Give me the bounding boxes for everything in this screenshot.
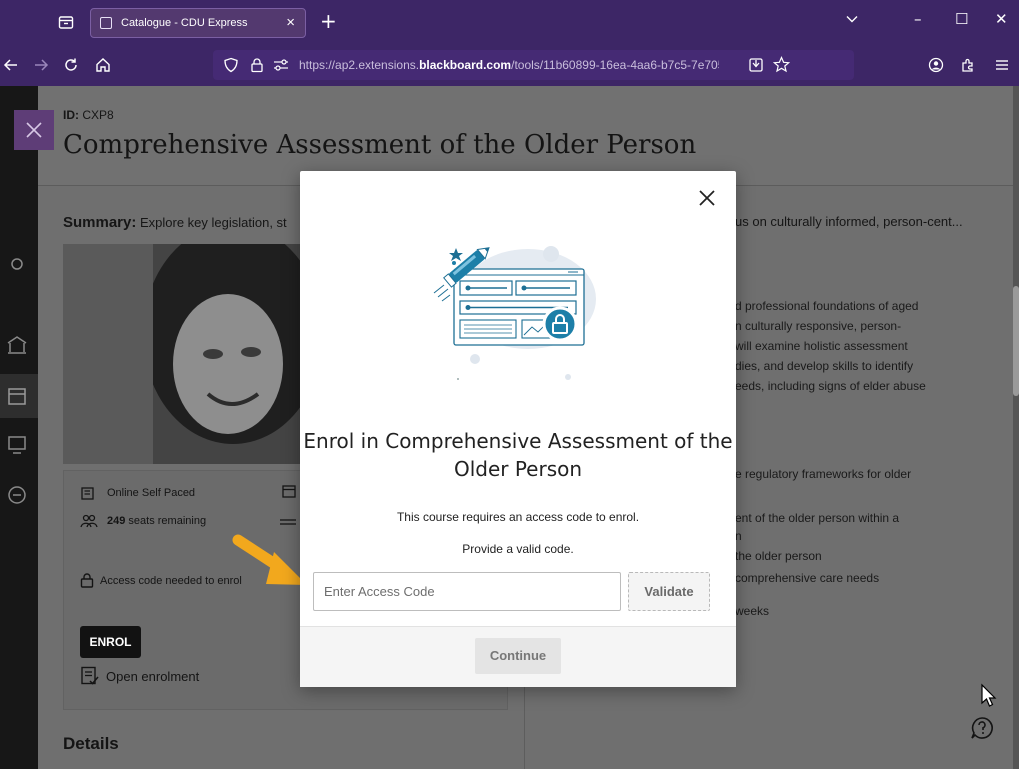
maximize-button[interactable]: ☐ [955,10,968,28]
self-paced-icon [81,487,94,500]
reload-icon[interactable] [63,57,79,73]
tab-list-icon[interactable] [58,14,74,30]
description-line: d professional foundations of aged [735,299,919,313]
dialog-message: This course requires an access code to e… [396,510,640,524]
extensions-icon[interactable] [960,57,976,73]
description-line: eeds, including signs of elder abuse [735,379,926,393]
outcome-line: comprehensive care needs [735,571,880,585]
access-code-note: Access code needed to enrol [100,575,242,587]
mouse-cursor-icon [981,683,997,707]
back-arrow-icon[interactable] [3,57,19,73]
blackboard-side-nav [0,86,38,769]
enrol-dialog: Enrol in Comprehensive Assessment of the… [300,171,736,687]
sign-out-icon[interactable] [6,484,28,506]
tab-title: Catalogue - CDU Express [121,17,248,29]
enrolment-type: Open enrolment [106,669,200,684]
page-scrollbar[interactable] [1013,86,1019,769]
close-icon[interactable] [696,187,718,209]
home-icon[interactable] [95,57,111,73]
bookmark-star-icon[interactable] [773,56,790,73]
access-code-input[interactable] [313,572,621,611]
course-id: ID: CXP8 [63,108,114,122]
profile-icon[interactable] [6,256,28,278]
institution-icon[interactable] [6,334,28,356]
calendar-icon[interactable] [6,385,28,407]
course-summary: Summary: Explore key legislation, st [63,214,287,231]
validate-button[interactable]: Validate [628,572,710,611]
portrait-photo [63,244,303,464]
seats-remaining: 249 seats remaining [107,515,207,527]
dialog-footer: Continue [300,626,736,687]
course-image [63,244,303,464]
browser-nav-bar: https://ap2.extensions.blackboard.com/to… [0,44,1019,86]
permissions-icon[interactable] [273,58,289,72]
forward-arrow-icon[interactable] [33,57,49,73]
lock-icon [80,573,94,588]
outcome-line: n [735,529,742,543]
duration-icon [280,519,296,525]
save-to-pocket-icon[interactable] [748,57,764,73]
browser-tab-bar: Catalogue - CDU Express × + – ☐ ✕ [0,0,1019,44]
close-icon [26,122,42,138]
url-bar[interactable]: https://ap2.extensions.blackboard.com/to… [213,50,854,80]
tab-close-icon[interactable]: × [286,14,295,31]
outcome-line: e regulatory frameworks for older [735,467,912,481]
close-window-button[interactable]: ✕ [995,10,1008,28]
delivery-mode: Online Self Paced [107,487,196,499]
continue-button[interactable]: Continue [475,638,561,674]
minimize-button[interactable]: – [914,10,922,28]
people-icon [80,514,98,528]
calendar-icon [282,485,296,498]
new-tab-button[interactable]: + [320,9,337,33]
chevron-down-icon[interactable] [845,12,859,26]
dialog-title: Enrol in Comprehensive Assessment of the… [303,429,733,481]
outcome-line: the older person [735,549,822,563]
outcome-line: weeks [735,604,770,618]
page-title: Comprehensive Assessment of the Older Pe… [63,130,697,160]
description-line: n culturally responsive, person- [735,319,902,333]
details-heading: Details [63,734,119,753]
scrollbar-thumb[interactable] [1013,286,1019,396]
description-line: will examine holistic assessment [735,339,908,353]
page-favicon-icon [100,17,112,29]
grades-icon[interactable] [6,434,28,456]
enrol-button[interactable]: ENROL [80,626,141,658]
browser-tab-active[interactable]: Catalogue - CDU Express × [90,8,306,38]
enrolment-form-icon [81,666,99,685]
lock-icon[interactable] [249,57,265,73]
description-line: dies, and develop skills to identify [735,359,914,373]
shield-icon[interactable] [223,57,239,73]
dialog-prompt: Provide a valid code. [462,542,574,556]
url-text[interactable]: https://ap2.extensions.blackboard.com/to… [299,58,719,72]
outcome-line: ent of the older person within a [735,511,900,525]
help-icon[interactable] [970,716,994,740]
menu-icon[interactable] [994,57,1010,73]
access-code-illustration [433,246,596,380]
course-summary-continued: us on culturally informed, person-cent..… [735,214,963,229]
account-icon[interactable] [928,57,944,73]
close-panel-button[interactable] [14,110,54,150]
